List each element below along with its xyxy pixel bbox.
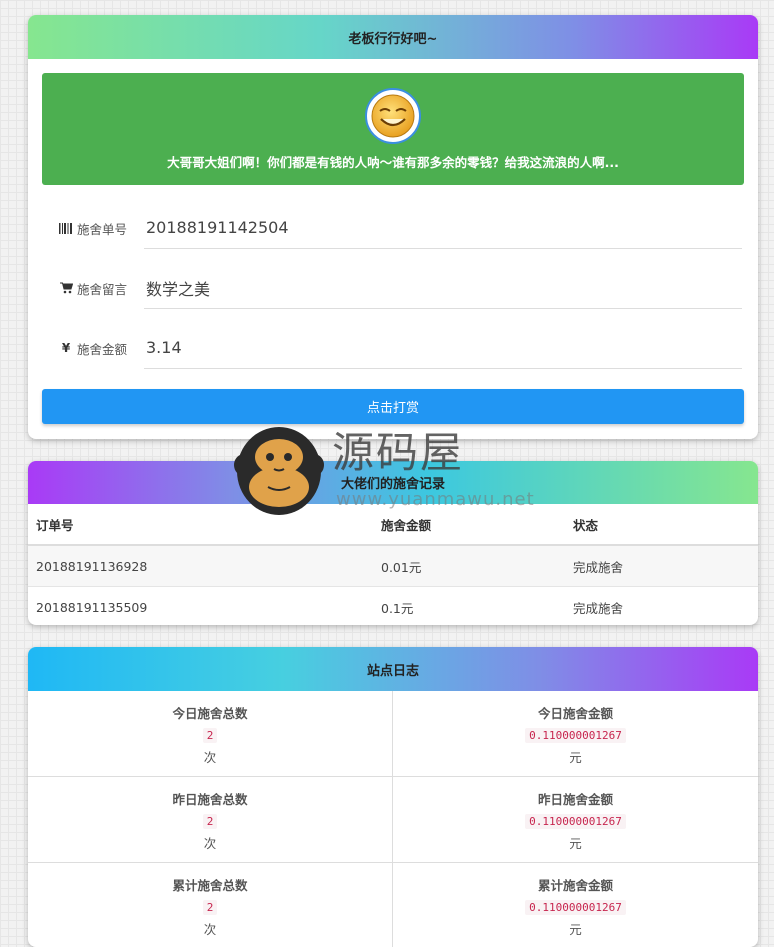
- stat-today-count: 今日施舍总数 2 次: [28, 691, 393, 777]
- amount-cell: 0.01元: [373, 544, 565, 587]
- order-number-field[interactable]: 施舍单号 20188191142504: [58, 208, 742, 249]
- order-number-input[interactable]: 20188191142504: [144, 208, 742, 249]
- stats-grid: 今日施舍总数 2 次 今日施舍金额 0.110000001267 元 昨日施舍总…: [28, 691, 758, 947]
- smiley-face-icon: [371, 94, 415, 138]
- amount-cell: 0.1元: [373, 586, 565, 625]
- column-header-order: 订单号: [28, 504, 373, 546]
- amount-input[interactable]: 3.14: [144, 328, 742, 369]
- stat-today-amount: 今日施舍金额 0.110000001267 元: [393, 691, 758, 777]
- table-row: 20188191135509 0.1元 完成施舍: [28, 586, 758, 625]
- status-cell: 完成施舍: [565, 544, 758, 587]
- donate-panel-title: 老板行行好吧~: [28, 15, 758, 59]
- yen-icon: ¥: [61, 341, 71, 355]
- records-panel-title: 大佬们的施舍记录: [28, 461, 758, 504]
- table-header: 订单号 施舍金额 状态: [28, 504, 758, 546]
- amount-field[interactable]: ¥ 施舍金额 3.14: [58, 328, 742, 369]
- avatar: [365, 88, 421, 144]
- stats-panel: 站点日志 今日施舍总数 2 次 今日施舍金额 0.110000001267 元 …: [28, 647, 758, 947]
- order-number-label: 施舍单号: [77, 221, 128, 237]
- pay-button[interactable]: 点击打赏: [42, 389, 744, 424]
- records-table: 订单号 施舍金额 状态 20188191136928 0.01元 完成施舍 20…: [28, 504, 758, 625]
- cart-icon: [58, 282, 74, 294]
- amount-label: 施舍金额: [77, 341, 128, 357]
- hero-banner: 大哥哥大姐们啊！你们都是有钱的人呐～谁有那多余的零钱？给我这流浪的人啊...: [42, 73, 744, 185]
- order-cell: 20188191135509: [28, 586, 373, 625]
- stat-total-amount: 累计施舍金额 0.110000001267 元: [393, 863, 758, 947]
- barcode-icon: [58, 222, 74, 234]
- records-panel: 大佬们的施舍记录 订单号 施舍金额 状态 20188191136928 0.01…: [28, 461, 758, 625]
- column-header-status: 状态: [565, 504, 758, 546]
- message-label: 施舍留言: [77, 281, 128, 297]
- message-field[interactable]: 施舍留言 数学之美: [58, 268, 742, 309]
- stat-yesterday-count: 昨日施舍总数 2 次: [28, 777, 393, 863]
- column-header-amount: 施舍金额: [373, 504, 565, 546]
- hero-message: 大哥哥大姐们啊！你们都是有钱的人呐～谁有那多余的零钱？给我这流浪的人啊...: [167, 155, 619, 170]
- donate-panel: 老板行行好吧~ 大哥哥大姐们啊！你们都是有钱的人呐～谁有那多余的零钱？给我这流浪…: [28, 15, 758, 439]
- status-cell: 完成施舍: [565, 586, 758, 625]
- order-cell: 20188191136928: [28, 544, 373, 587]
- stats-panel-title: 站点日志: [28, 647, 758, 691]
- table-row: 20188191136928 0.01元 完成施舍: [28, 544, 758, 587]
- stat-total-count: 累计施舍总数 2 次: [28, 863, 393, 947]
- stat-yesterday-amount: 昨日施舍金额 0.110000001267 元: [393, 777, 758, 863]
- message-input[interactable]: 数学之美: [144, 268, 742, 309]
